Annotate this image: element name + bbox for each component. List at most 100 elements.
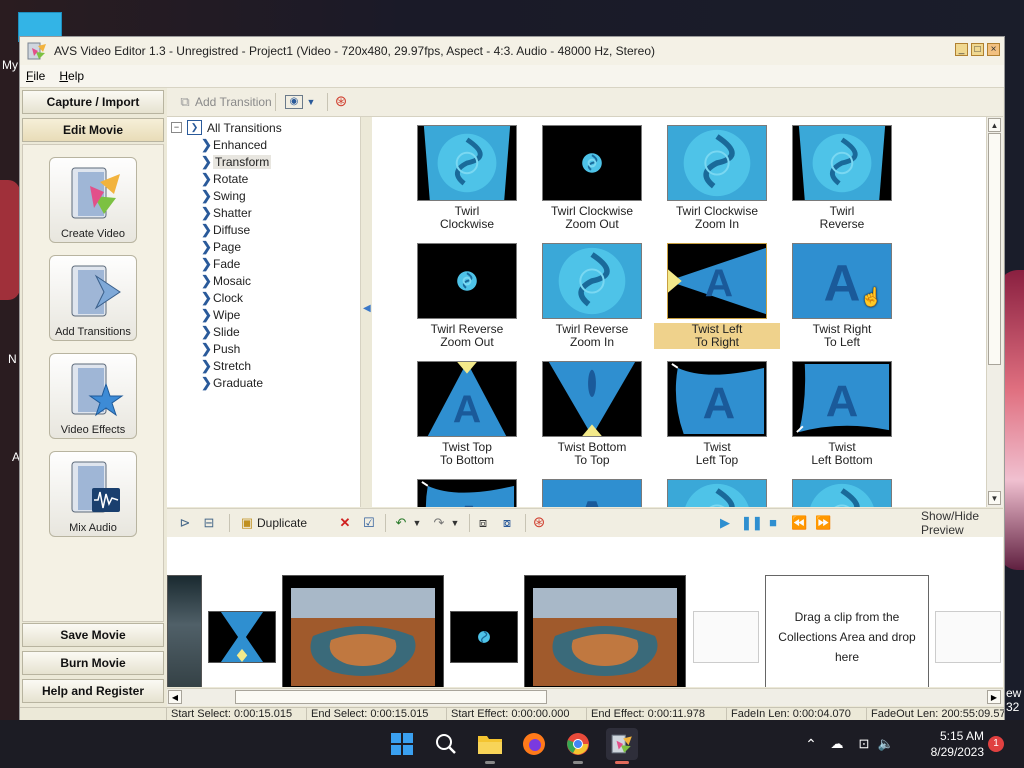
transition-caption[interactable]: Twirl Clockwise Zoom Out <box>529 205 655 231</box>
menu-help[interactable]: Help <box>53 69 92 83</box>
chevron-up-icon[interactable]: ⌃ <box>800 736 822 753</box>
transition-thumbnail[interactable]: A <box>417 361 517 437</box>
help-lifebuoy-button[interactable]: ⊛ <box>333 93 349 111</box>
tree-item-slide[interactable]: ❯ Slide <box>201 323 240 340</box>
trim-button[interactable]: ⧇ <box>499 514 515 532</box>
transition-caption[interactable]: Twirl Reverse Zoom Out <box>404 323 530 349</box>
scroll-up-button[interactable]: ▲ <box>988 118 1001 132</box>
transition-caption[interactable]: Twist Left Top <box>654 441 780 467</box>
properties-button[interactable]: ☑ <box>361 514 377 532</box>
transition-caption[interactable]: Twirl Reverse <box>779 205 905 231</box>
create-video-button[interactable]: Create Video <box>49 157 137 243</box>
mix-audio-button[interactable]: Mix Audio <box>49 451 137 537</box>
scroll-down-button[interactable]: ▼ <box>988 491 1001 505</box>
menu-file[interactable]: File <box>20 69 53 83</box>
timeline-horizontal-scrollbar[interactable]: ◀ ▶ <box>167 688 1003 706</box>
transition-clip[interactable] <box>450 611 518 663</box>
tree-item-shatter[interactable]: ❯ Shatter <box>201 204 252 221</box>
chrome-icon[interactable] <box>562 728 594 764</box>
transition-thumbnail[interactable]: A <box>667 361 767 437</box>
pause-button[interactable]: ❚❚ <box>741 514 763 532</box>
burn-movie-button[interactable]: Burn Movie <box>22 651 164 675</box>
timeline-view-button[interactable]: ⊟ <box>201 514 217 532</box>
show-hide-preview-button[interactable]: Show/Hide Preview <box>921 509 1003 537</box>
undo-button[interactable]: ↶ ▼ <box>393 514 425 532</box>
tree-item-page[interactable]: ❯ Page <box>201 238 241 255</box>
transition-clip[interactable] <box>208 611 276 663</box>
tree-item-wipe[interactable]: ❯ Wipe <box>201 306 240 323</box>
cloud-offline-icon[interactable]: ☁ <box>822 736 852 752</box>
redo-button[interactable]: ↷ ▼ <box>431 514 463 532</box>
grid-vertical-scrollbar[interactable]: ▲ ▼ <box>986 117 1003 507</box>
transition-thumbnail[interactable] <box>667 479 767 507</box>
video-effects-button[interactable]: Video Effects <box>49 353 137 439</box>
tree-item-transform[interactable]: ❯ Transform <box>201 153 272 170</box>
storyboard-view-button[interactable]: ⊳ <box>177 514 193 532</box>
fast-forward-button[interactable]: ⏩ <box>815 514 831 532</box>
transition-thumbnail[interactable] <box>542 243 642 319</box>
save-movie-button[interactable]: Save Movie <box>22 623 164 647</box>
scroll-right-button[interactable]: ▶ <box>987 690 1001 704</box>
panel-splitter[interactable]: ◀ <box>361 117 371 507</box>
transition-thumbnail[interactable]: A <box>667 243 767 319</box>
transition-caption[interactable]: Twirl Clockwise Zoom In <box>654 205 780 231</box>
capture-import-button[interactable]: Capture / Import <box>22 90 164 114</box>
volume-icon[interactable]: 🔈 <box>876 736 896 752</box>
tree-item-graduate[interactable]: ❯ Graduate <box>201 374 263 391</box>
transition-thumbnail[interactable]: A <box>542 479 642 507</box>
transition-caption[interactable]: Twist Right To Left <box>779 323 905 349</box>
tree-item-stretch[interactable]: ❯ Stretch <box>201 357 251 374</box>
add-transitions-button[interactable]: Add Transitions <box>49 255 137 341</box>
transition-thumbnail[interactable]: A <box>417 479 517 507</box>
scroll-thumb[interactable] <box>988 133 1001 365</box>
delete-button[interactable]: ✕ <box>337 514 353 532</box>
video-clip-partial[interactable] <box>167 575 202 687</box>
tree-item-swing[interactable]: ❯ Swing <box>201 187 246 204</box>
empty-transition-slot[interactable] <box>693 611 759 663</box>
tree-item-fade[interactable]: ❯ Fade <box>201 255 240 272</box>
drop-zone[interactable]: Drag a clip from the Collections Area an… <box>765 575 929 687</box>
help-lifebuoy-button[interactable]: ⊛ <box>531 514 547 532</box>
tree-root-all-transitions[interactable]: − ❯ All Transitions <box>171 119 282 136</box>
transition-caption[interactable]: Twist Left To Right <box>654 323 780 349</box>
scroll-thumb[interactable] <box>235 690 547 704</box>
transition-thumbnail[interactable] <box>792 125 892 201</box>
minimize-button[interactable]: _ <box>955 43 968 56</box>
split-button[interactable]: ⧈ <box>475 514 491 532</box>
transition-caption[interactable]: Twirl Clockwise <box>404 205 530 231</box>
empty-transition-slot[interactable] <box>935 611 1001 663</box>
edit-movie-button[interactable]: Edit Movie <box>22 118 164 142</box>
rewind-button[interactable]: ⏪ <box>791 514 807 532</box>
tree-item-rotate[interactable]: ❯ Rotate <box>201 170 248 187</box>
avs-editor-icon[interactable] <box>606 728 638 764</box>
transition-thumbnail[interactable] <box>667 125 767 201</box>
search-icon[interactable] <box>430 728 462 760</box>
play-button[interactable]: ▶ <box>717 514 733 532</box>
tree-item-mosaic[interactable]: ❯ Mosaic <box>201 272 251 289</box>
help-register-button[interactable]: Help and Register <box>22 679 164 703</box>
video-clip[interactable] <box>524 575 686 687</box>
transition-thumbnail[interactable] <box>417 125 517 201</box>
tree-item-enhanced[interactable]: ❯ Enhanced <box>201 136 267 153</box>
title-bar[interactable]: AVS Video Editor 1.3 - Unregistred - Pro… <box>20 37 1004 65</box>
notification-badge[interactable]: 1 <box>988 736 1004 752</box>
transition-caption[interactable]: Twist Top To Bottom <box>404 441 530 467</box>
add-transition-button[interactable]: ⧉ Add Transition <box>177 93 271 111</box>
transition-caption[interactable]: Twist Left Bottom <box>779 441 905 467</box>
transition-thumbnail[interactable] <box>792 479 892 507</box>
transition-caption[interactable]: Twist Bottom To Top <box>529 441 655 467</box>
duplicate-button[interactable]: ▣ Duplicate <box>239 514 307 532</box>
transition-thumbnail[interactable] <box>542 125 642 201</box>
video-clip[interactable] <box>282 575 444 687</box>
firefox-icon[interactable] <box>518 728 550 760</box>
transition-caption[interactable]: Twirl Reverse Zoom In <box>529 323 655 349</box>
view-mode-button[interactable]: ◉ ▼ <box>285 93 319 111</box>
tree-item-clock[interactable]: ❯ Clock <box>201 289 243 306</box>
stop-button[interactable]: ■ <box>765 514 781 532</box>
taskbar-clock[interactable]: 5:15 AM 8/29/2023 <box>914 728 984 760</box>
file-explorer-icon[interactable] <box>474 728 506 764</box>
network-icon[interactable]: ⊡ <box>852 736 876 752</box>
transition-thumbnail[interactable] <box>542 361 642 437</box>
close-button[interactable]: × <box>987 43 1000 56</box>
tree-item-diffuse[interactable]: ❯ Diffuse <box>201 221 250 238</box>
